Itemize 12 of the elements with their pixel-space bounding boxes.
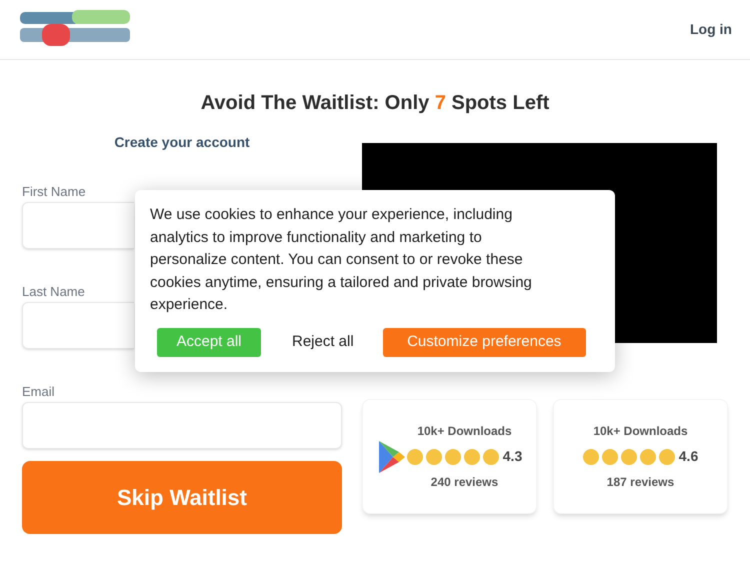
cookie-message: We use cookies to enhance your experience, including analytics to improve functionality and marketing to personalize content. You can consent to or revoke these cookies anytime, ensuring a tailored and private browsing experience. [150,205,533,316]
field-label: Last Name [22,283,85,300]
rating-score: 4.3 [502,447,522,466]
download-count: 10k+ Downloads [593,423,688,440]
form-title: Create your account [113,133,251,152]
field-label: Email [22,383,55,400]
field-label: First Name [22,183,86,200]
review-count: 187 reviews [606,474,674,491]
download-count: 10k+ Downloads [417,423,512,440]
headline: Avoid The Waitlist: Only 7 Spots Left [200,91,550,116]
rating-score: 4.6 [678,447,698,466]
review-count: 240 reviews [430,474,498,491]
